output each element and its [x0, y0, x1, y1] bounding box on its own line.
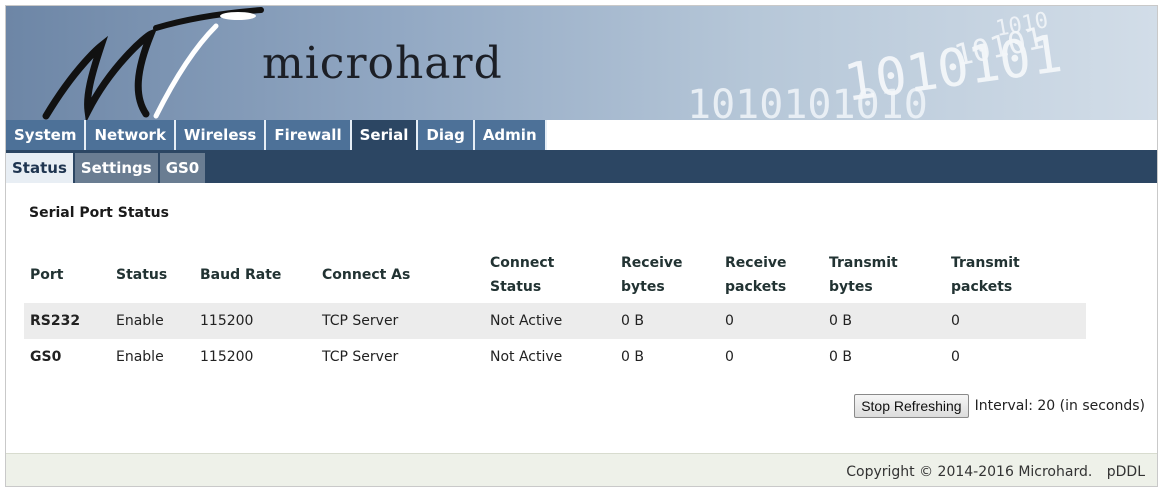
- header-line: packets: [725, 279, 787, 295]
- cell-baud: 115200: [194, 303, 316, 339]
- product-name: pDDL: [1106, 464, 1145, 480]
- cell-tx-bytes: 0 B: [829, 349, 852, 365]
- tab-serial[interactable]: Serial: [351, 120, 419, 150]
- main-content: Serial Port Status Port Status Baud Rate…: [6, 183, 1157, 453]
- header-line: Connect: [490, 255, 555, 271]
- tab-label: Wireless: [183, 126, 257, 144]
- serial-status-table: Port Status Baud Rate Connect As Connect…: [24, 247, 1086, 375]
- main-nav: System Network Wireless Firewall Serial …: [6, 120, 547, 150]
- tab-network[interactable]: Network: [86, 120, 176, 150]
- subtab-label: GS0: [165, 159, 200, 177]
- cell-connect-as: TCP Server: [316, 303, 484, 339]
- cell-rx-bytes: 0 B: [621, 349, 644, 365]
- tab-firewall[interactable]: Firewall: [266, 120, 352, 150]
- col-status: Status: [116, 267, 168, 283]
- subtab-gs0[interactable]: GS0: [159, 153, 206, 183]
- tab-system[interactable]: System: [6, 120, 87, 150]
- app-window: microhard 1010101010 1010101 10101 1010 …: [5, 5, 1158, 487]
- refresh-controls: Stop Refreshing Interval: 20 (in seconds…: [854, 394, 1145, 418]
- header-line: Receive: [725, 255, 787, 271]
- cell-tx-packets: 0: [945, 303, 1086, 339]
- col-transmit-bytes: Transmit bytes: [823, 247, 945, 303]
- tab-label: Diag: [426, 126, 465, 144]
- table-row: RS232 Enable 115200 TCP Server Not Activ…: [24, 303, 1086, 339]
- microhard-logo-icon: [42, 7, 264, 120]
- cell-connect-status: Not Active: [484, 303, 615, 339]
- copyright-text: Copyright © 2014-2016 Microhard.: [846, 464, 1093, 480]
- footer-text: Copyright © 2014-2016 Microhard. pDDL: [846, 464, 1145, 480]
- cell-connect-status: Not Active: [490, 349, 563, 365]
- cell-status: Enable: [116, 349, 164, 365]
- col-receive-bytes: Receive bytes: [615, 247, 719, 303]
- section-title: Serial Port Status: [29, 205, 169, 221]
- header-line: Receive: [621, 255, 683, 271]
- brand-name: microhard: [262, 38, 503, 89]
- tab-wireless[interactable]: Wireless: [175, 120, 267, 150]
- cell-port: GS0: [30, 349, 62, 365]
- col-baud-rate: Baud Rate: [200, 267, 282, 283]
- subtab-label: Status: [12, 159, 67, 177]
- subtab-status[interactable]: Status: [6, 153, 73, 183]
- tab-admin[interactable]: Admin: [474, 120, 547, 150]
- stop-refreshing-button[interactable]: Stop Refreshing: [854, 394, 969, 418]
- header-line: bytes: [621, 279, 665, 295]
- interval-label: Interval: 20 (in seconds): [974, 398, 1145, 414]
- cell-port: RS232: [24, 303, 110, 339]
- col-transmit-packets: Transmit packets: [945, 247, 1086, 303]
- tab-label: Serial: [359, 126, 409, 144]
- cell-tx-packets: 0: [951, 349, 960, 365]
- header-line: packets: [951, 279, 1013, 295]
- footer: Copyright © 2014-2016 Microhard. pDDL: [6, 453, 1157, 486]
- header-line: Status: [490, 279, 542, 295]
- header-line: bytes: [829, 279, 873, 295]
- cell-status: Enable: [110, 303, 194, 339]
- cell-baud: 115200: [200, 349, 254, 365]
- cell-rx-packets: 0: [719, 303, 823, 339]
- subtab-settings[interactable]: Settings: [74, 153, 158, 183]
- tab-label: Firewall: [274, 126, 342, 144]
- tab-strip-filler: [620, 120, 1157, 150]
- tab-label: System: [14, 126, 77, 144]
- header-banner: microhard 1010101010 1010101 10101 1010: [6, 6, 1157, 120]
- col-receive-packets: Receive packets: [719, 247, 823, 303]
- header-line: Transmit: [951, 255, 1020, 271]
- tab-label: Network: [94, 126, 166, 144]
- header-line: Transmit: [829, 255, 898, 271]
- sub-nav: Status Settings GS0: [6, 150, 1157, 183]
- cell-rx-packets: 0: [725, 349, 734, 365]
- tab-label: Admin: [482, 126, 537, 144]
- col-connect-status: Connect Status: [484, 247, 615, 303]
- col-port: Port: [30, 267, 64, 283]
- cell-tx-bytes: 0 B: [823, 303, 945, 339]
- cell-connect-as: TCP Server: [322, 349, 399, 365]
- table-header-row: Port Status Baud Rate Connect As Connect…: [24, 247, 1086, 303]
- subtab-label: Settings: [80, 159, 152, 177]
- cell-rx-bytes: 0 B: [615, 303, 719, 339]
- binary-graphic: 1010101010 1010101 10101 1010: [687, 8, 1066, 120]
- table-row: GS0 Enable 115200 TCP Server Not Active …: [24, 339, 1086, 375]
- col-connect-as: Connect As: [322, 267, 411, 283]
- tab-diag[interactable]: Diag: [418, 120, 475, 150]
